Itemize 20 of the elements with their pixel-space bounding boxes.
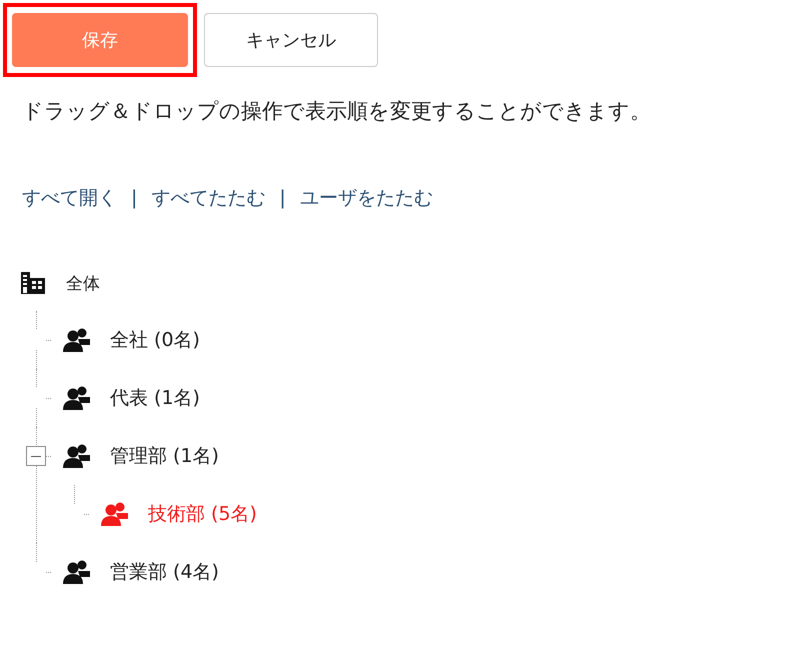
collapse-icon[interactable] [26, 446, 46, 466]
separator-text: | [279, 187, 286, 209]
tree-item[interactable]: 技術部 (5名) [148, 501, 257, 527]
tree-action-link[interactable]: すべてたたむ [151, 185, 266, 211]
user-group-icon [62, 443, 92, 469]
separator-text: | [131, 187, 138, 209]
tree-action-link[interactable]: すべて開く [22, 185, 117, 211]
tree-item[interactable]: 全社 (0名) [110, 327, 200, 353]
tree-item[interactable]: 全体 [66, 272, 100, 294]
user-group-icon [100, 501, 130, 527]
cancel-button[interactable]: キャンセル [204, 13, 378, 67]
tree-item[interactable]: 営業部 (4名) [110, 559, 219, 585]
tree-item[interactable]: 代表 (1名) [110, 385, 200, 411]
user-group-icon [62, 385, 92, 411]
tree-item[interactable]: 管理部 (1名) [110, 443, 219, 469]
user-group-icon [62, 559, 92, 585]
user-group-icon [62, 327, 92, 353]
tree-action-link[interactable]: ユーザをたたむ [300, 185, 433, 211]
instruction-text: ドラッグ＆ドロップの操作で表示順を変更することができます。 [22, 98, 651, 125]
building-icon [20, 271, 46, 295]
